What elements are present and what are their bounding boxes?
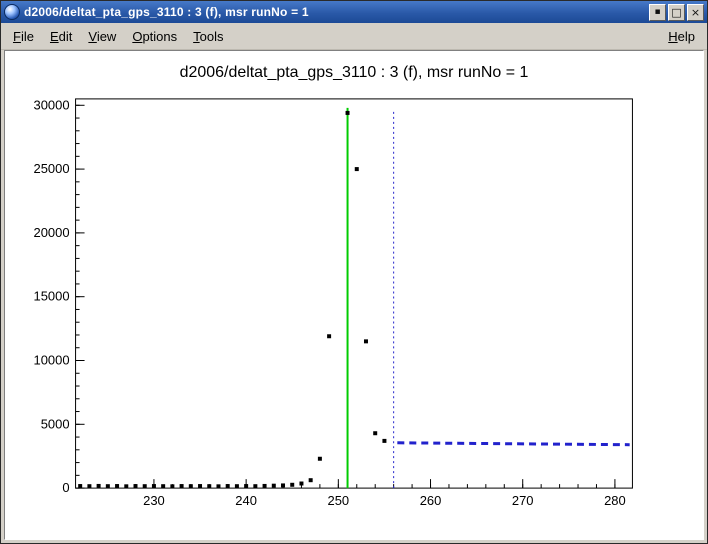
- svg-text:5000: 5000: [41, 416, 70, 431]
- svg-text:270: 270: [512, 493, 534, 508]
- menu-item-help[interactable]: Help: [660, 26, 703, 47]
- svg-text:30000: 30000: [34, 97, 70, 112]
- application-window: d2006/deltat_pta_gps_3110 : 3 (f), msr r…: [0, 0, 708, 544]
- svg-text:230: 230: [143, 493, 165, 508]
- plot-canvas-area[interactable]: d2006/deltat_pta_gps_3110 : 3 (f), msr r…: [4, 50, 704, 540]
- maximize-icon: □: [671, 7, 681, 18]
- menu-item-view[interactable]: View: [80, 26, 124, 47]
- svg-text:d2006/deltat_pta_gps_3110 : 3: d2006/deltat_pta_gps_3110 : 3 (f), msr r…: [180, 64, 529, 81]
- svg-text:240: 240: [235, 493, 257, 508]
- svg-text:0: 0: [62, 480, 69, 495]
- menu-item-options[interactable]: Options: [124, 26, 185, 47]
- window-title: d2006/deltat_pta_gps_3110 : 3 (f), msr r…: [24, 5, 645, 19]
- menu-item-file[interactable]: File: [5, 26, 42, 47]
- histogram-plot[interactable]: d2006/deltat_pta_gps_3110 : 3 (f), msr r…: [5, 51, 703, 539]
- svg-text:260: 260: [420, 493, 442, 508]
- menu-item-tools[interactable]: Tools: [185, 26, 231, 47]
- app-icon: [4, 4, 20, 20]
- svg-text:10000: 10000: [34, 352, 70, 367]
- close-icon: ×: [691, 7, 700, 18]
- svg-text:280: 280: [604, 493, 626, 508]
- svg-text:25000: 25000: [34, 161, 70, 176]
- close-button[interactable]: ×: [687, 4, 704, 21]
- titlebar[interactable]: d2006/deltat_pta_gps_3110 : 3 (f), msr r…: [1, 1, 707, 23]
- window-controls: ▪ □ ×: [649, 4, 704, 21]
- menubar: File Edit View Options Tools Help: [1, 23, 707, 50]
- maximize-button[interactable]: □: [668, 4, 685, 21]
- menu-item-edit[interactable]: Edit: [42, 26, 80, 47]
- minimize-button[interactable]: ▪: [649, 4, 666, 21]
- svg-text:15000: 15000: [34, 289, 70, 304]
- svg-text:250: 250: [328, 493, 350, 508]
- svg-text:20000: 20000: [34, 225, 70, 240]
- minimize-icon: ▪: [654, 8, 660, 17]
